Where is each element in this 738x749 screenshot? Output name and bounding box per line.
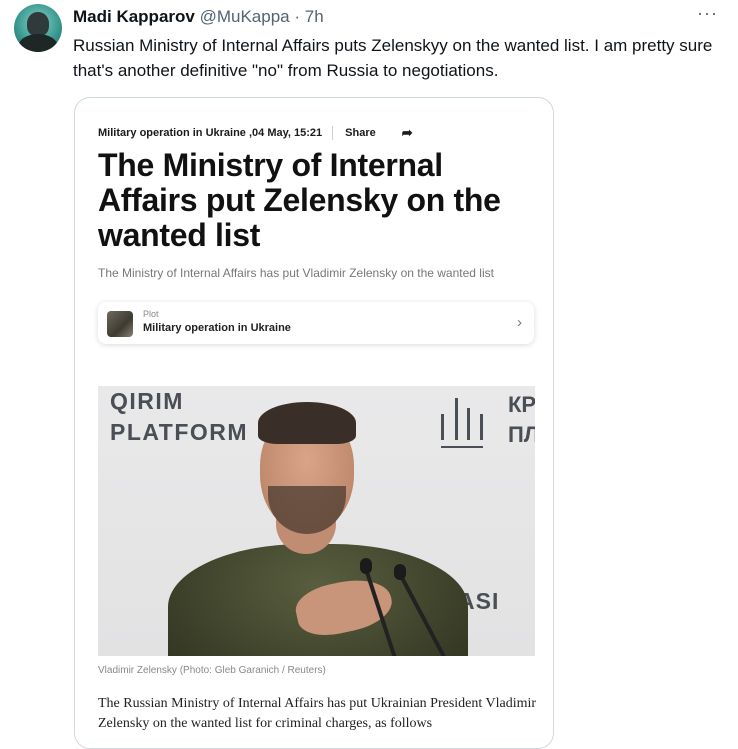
- tweet-timestamp[interactable]: 7h: [305, 7, 324, 26]
- tweet-header: Madi Kapparov @MuKappa · 7h: [73, 6, 324, 28]
- article-meta: Military operation in Ukraine ,04 May, 1…: [98, 125, 413, 141]
- microphone-icon: [394, 564, 406, 580]
- plot-link[interactable]: Plot Military operation in Ukraine ›: [98, 302, 534, 344]
- photo-caption: Vladimir Zelensky (Photo: Gleb Garanich …: [98, 665, 326, 676]
- avatar-shoulders: [18, 34, 58, 52]
- tweet-text: Russian Ministry of Internal Affairs put…: [73, 36, 713, 80]
- photo-backdrop-text-right: КР ПЛ: [508, 390, 535, 450]
- meta-divider: [332, 126, 334, 140]
- avatar-head: [27, 12, 49, 36]
- more-options-icon[interactable]: ···: [697, 3, 718, 24]
- share-arrow-icon[interactable]: ➦: [402, 125, 413, 141]
- author-name[interactable]: Madi Kapparov: [73, 7, 195, 26]
- backdrop-right-line2: ПЛ: [508, 422, 535, 447]
- plot-thumbnail: [107, 311, 133, 337]
- plot-title: Military operation in Ukraine: [143, 322, 291, 334]
- share-button[interactable]: Share: [345, 127, 376, 139]
- article-photo[interactable]: QIRIM PLATFORM КР ПЛ ASI: [98, 386, 535, 656]
- article-subtitle: The Ministry of Internal Affairs has put…: [98, 266, 494, 280]
- plot-kicker: Plot: [143, 309, 159, 319]
- chevron-right-icon: ›: [517, 314, 522, 331]
- link-preview-card[interactable]: Military operation in Ukraine ,04 May, 1…: [74, 97, 554, 749]
- backdrop-right-line1: КР: [508, 392, 535, 417]
- header-separator: ·: [294, 7, 301, 26]
- photo-subject: [168, 394, 468, 656]
- article-body: The Russian Ministry of Internal Affairs…: [98, 696, 537, 731]
- article-category-date[interactable]: Military operation in Ukraine ,04 May, 1…: [98, 127, 322, 139]
- microphone-icon: [360, 558, 372, 574]
- avatar[interactable]: [14, 4, 62, 52]
- subject-hair: [258, 402, 356, 444]
- article-headline: The Ministry of Internal Affairs put Zel…: [98, 147, 501, 253]
- author-handle[interactable]: @MuKappa: [200, 7, 290, 26]
